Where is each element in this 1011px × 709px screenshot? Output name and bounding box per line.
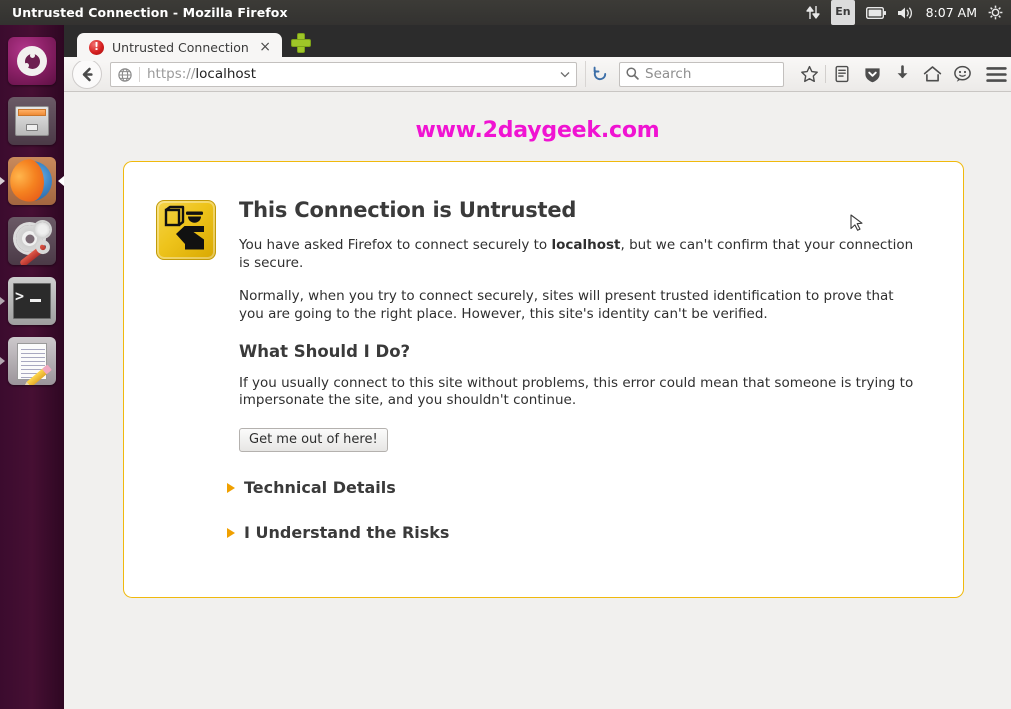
- url-bar[interactable]: https://localhost: [110, 61, 577, 87]
- launcher-item-terminal[interactable]: >: [0, 271, 64, 331]
- new-tab-button[interactable]: [291, 33, 311, 53]
- toolbar-separator: [825, 65, 826, 83]
- error-circle-icon: [89, 39, 104, 55]
- close-icon[interactable]: ×: [257, 40, 273, 54]
- tab-title: Untrusted Connection: [112, 39, 249, 55]
- running-indicator: [0, 357, 5, 365]
- disclosure-technical-details[interactable]: Technical Details: [227, 478, 923, 498]
- launcher-item-system-settings[interactable]: [0, 211, 64, 271]
- window-title: Untrusted Connection - Mozilla Firefox: [12, 5, 288, 20]
- browser-tab[interactable]: Untrusted Connection ×: [77, 33, 282, 61]
- chevron-right-icon: [227, 527, 235, 538]
- search-icon: [626, 65, 639, 84]
- menu-hamburger-icon[interactable]: [981, 59, 1011, 89]
- battery-icon[interactable]: [865, 0, 886, 25]
- pocket-shield-icon[interactable]: [857, 59, 887, 89]
- clock-indicator[interactable]: 8:07 AM: [926, 0, 977, 25]
- running-indicator: [0, 297, 5, 305]
- untrusted-connection-icon: [156, 200, 216, 260]
- subheading-what-should-i-do: What Should I Do?: [239, 341, 411, 361]
- untrusted-connection-panel: This Connection is Untrusted You have as…: [123, 161, 964, 598]
- error-paragraph-1: You have asked Firefox to connect secure…: [239, 237, 915, 272]
- home-icon[interactable]: [917, 59, 947, 89]
- bookmark-star-icon[interactable]: [794, 59, 824, 89]
- terminal-icon: >: [8, 277, 56, 325]
- panel-body: This Connection is Untrusted You have as…: [227, 198, 923, 567]
- volume-icon[interactable]: [897, 0, 915, 25]
- globe-icon: [118, 67, 132, 82]
- launcher-item-firefox[interactable]: [0, 151, 64, 211]
- firefox-icon: [8, 157, 56, 205]
- reader-list-icon[interactable]: [827, 59, 857, 89]
- search-placeholder: Search: [645, 66, 692, 82]
- page-title: This Connection is Untrusted: [239, 198, 577, 222]
- chevron-right-icon: [227, 482, 235, 493]
- system-settings-icon: [8, 217, 56, 265]
- chat-icon[interactable]: [947, 59, 977, 89]
- watermark-text: www.2daygeek.com: [415, 118, 660, 143]
- reload-button[interactable]: [585, 61, 613, 87]
- unity-top-panel: Untrusted Connection - Mozilla Firefox E…: [0, 0, 1011, 25]
- text-editor-icon: [8, 337, 56, 385]
- launcher-item-ubuntu-dash[interactable]: [0, 31, 64, 91]
- indicator-area: En 8:07 AM: [806, 0, 1011, 25]
- ubuntu-dash-icon: [8, 37, 56, 85]
- url-separator: [139, 66, 140, 82]
- url-text: https://localhost: [147, 66, 256, 82]
- back-button[interactable]: [72, 59, 102, 89]
- keyboard-layout-indicator[interactable]: En: [831, 0, 855, 25]
- get-me-out-of-here-button[interactable]: Get me out of here!: [239, 428, 388, 453]
- session-gear-icon[interactable]: [988, 0, 1003, 25]
- disclosure-label: I Understand the Risks: [244, 523, 450, 543]
- focused-indicator: [58, 176, 64, 186]
- url-host: localhost: [195, 66, 256, 82]
- launcher-item-files[interactable]: [0, 91, 64, 151]
- disclosure-label: Technical Details: [244, 478, 396, 498]
- files-icon: [8, 97, 56, 145]
- tab-strip: Untrusted Connection ×: [64, 25, 1011, 61]
- chevron-down-icon[interactable]: [558, 67, 572, 81]
- hostname-bold: localhost: [551, 237, 621, 253]
- launcher-item-text-editor[interactable]: [0, 331, 64, 391]
- page-content: www.2daygeek.com This Connection is Untr…: [64, 92, 1011, 708]
- error-paragraph-3: If you usually connect to this site with…: [239, 374, 914, 409]
- disclosure-i-understand-the-risks[interactable]: I Understand the Risks: [227, 523, 923, 543]
- firefox-window: Untrusted Connection × https://localhost: [64, 25, 1011, 709]
- url-scheme: https://: [147, 66, 196, 82]
- network-arrows-icon[interactable]: [806, 0, 820, 25]
- paragraph-1-part-a: You have asked Firefox to connect secure…: [239, 237, 552, 253]
- error-paragraph-2: Normally, when you try to connect secure…: [239, 288, 894, 323]
- navigation-toolbar: https://localhost Search: [64, 57, 1011, 92]
- downloads-icon[interactable]: [887, 59, 917, 89]
- unity-launcher: >: [0, 25, 64, 709]
- running-indicator: [0, 177, 5, 185]
- search-input[interactable]: Search: [619, 61, 784, 87]
